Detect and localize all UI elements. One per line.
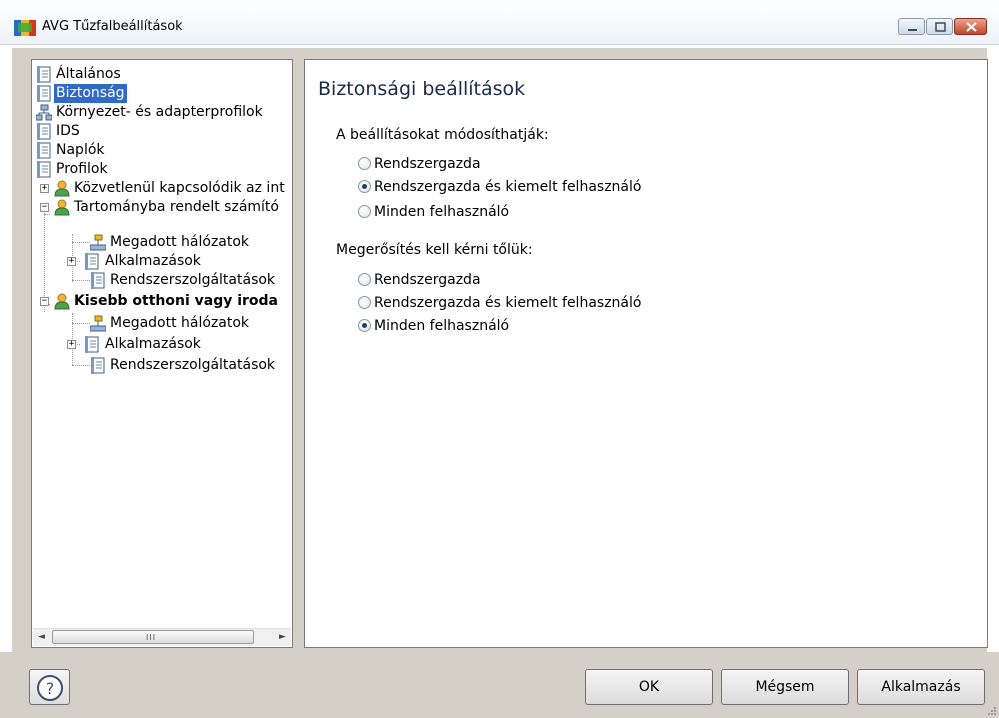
page-icon (91, 272, 105, 289)
page-icon (91, 357, 105, 374)
help-button[interactable]: ? (29, 669, 70, 705)
page-icon (37, 66, 51, 83)
minimize-icon (908, 29, 917, 31)
apply-button[interactable]: Alkalmazás (857, 669, 985, 705)
scroll-left-arrow-icon[interactable]: ◄ (33, 629, 50, 646)
modify-group-label: A beállításokat módosíthatják: (336, 127, 549, 143)
expand-icon[interactable]: + (67, 340, 76, 349)
network-icon (90, 315, 106, 332)
page-icon (85, 253, 99, 270)
page-icon (37, 123, 51, 140)
scroll-right-arrow-icon[interactable]: ► (274, 629, 291, 646)
radio-button[interactable] (358, 273, 371, 286)
tree-item-label: Rendszerszolgáltatások (110, 272, 276, 288)
tree-connector (44, 214, 50, 215)
page-icon (37, 161, 51, 178)
page-icon (37, 142, 51, 159)
radio-label: Rendszergazda (374, 156, 481, 172)
tree-item-label: Megadott hálózatok (110, 234, 250, 250)
network-icon (36, 104, 52, 121)
tree-item-label: Alkalmazások (105, 253, 201, 269)
user-icon (54, 293, 70, 310)
tree-item-label: Profilok (56, 161, 108, 177)
expand-icon[interactable]: + (67, 257, 76, 266)
collapse-icon[interactable]: − (40, 203, 49, 212)
radio-button[interactable] (358, 205, 371, 218)
svg-text:?: ? (46, 679, 55, 698)
page-icon (85, 336, 99, 353)
tree-item-label: Tartományba rendelt számító (74, 199, 279, 215)
radio-button[interactable] (358, 157, 371, 170)
close-button[interactable] (954, 18, 987, 35)
title-bar[interactable]: AVG Tűzfalbeállítások (0, 0, 999, 45)
tree-item-label: Általános (56, 66, 121, 82)
maximize-icon (935, 22, 946, 32)
radio-label: Rendszergazda és kiemelt felhasználó (374, 295, 642, 311)
user-icon (54, 199, 70, 216)
tree-item-label: Környezet- és adapterprofilok (56, 104, 263, 120)
tree-item-label: IDS (56, 123, 80, 139)
resize-grip-icon[interactable] (986, 705, 996, 715)
network-icon (90, 234, 106, 251)
page-title: Biztonsági beállítások (318, 78, 526, 100)
help-icon: ? (37, 675, 63, 701)
radio-label: Minden felhasználó (374, 204, 510, 220)
tree-connector (72, 242, 90, 243)
tree-horizontal-scrollbar[interactable]: ◄ III ► (33, 628, 291, 646)
tree-item-label: Közvetlenül kapcsolódik az int (74, 180, 285, 196)
tree-item-label: Naplók (56, 142, 105, 158)
confirm-group-label: Megerősítés kell kérni tőlük: (336, 242, 533, 258)
tree-item-label: Kisebb otthoni vagy iroda (74, 293, 279, 309)
minimize-button[interactable] (898, 18, 925, 35)
cancel-button[interactable]: Mégsem (721, 669, 849, 705)
tree-item-label: Megadott hálózatok (110, 315, 250, 331)
radio-button[interactable] (358, 180, 371, 193)
page-icon (37, 85, 51, 102)
tree-item-label: Rendszerszolgáltatások (110, 357, 276, 373)
expand-icon[interactable]: + (40, 184, 49, 193)
close-icon (966, 22, 977, 32)
collapse-icon[interactable]: − (40, 297, 49, 306)
user-icon (54, 180, 70, 197)
maximize-button[interactable] (926, 18, 953, 35)
tree-connector (72, 365, 90, 366)
settings-content: Biztonsági beállítások A beállításokat m… (304, 59, 988, 648)
avg-logo-icon (14, 20, 36, 36)
tree-item-label: Biztonság (54, 84, 127, 103)
radio-button[interactable] (358, 319, 371, 332)
radio-label: Rendszergazda és kiemelt felhasználó (374, 179, 642, 195)
radio-label: Rendszergazda (374, 272, 481, 288)
dialog-footer (0, 652, 999, 718)
radio-label: Minden felhasználó (374, 318, 510, 334)
tree-connector (72, 280, 90, 281)
tree-item-label: Alkalmazások (105, 336, 201, 352)
radio-button[interactable] (358, 296, 371, 309)
scrollbar-grip: III (146, 633, 157, 642)
tree-connector (72, 323, 90, 324)
ok-button[interactable]: OK (585, 669, 713, 705)
settings-tree[interactable]: Általános Biztonság Környezet- és adapte… (31, 59, 293, 648)
scrollbar-thumb[interactable]: III (52, 630, 254, 644)
window-title: AVG Tűzfalbeállítások (42, 19, 183, 34)
